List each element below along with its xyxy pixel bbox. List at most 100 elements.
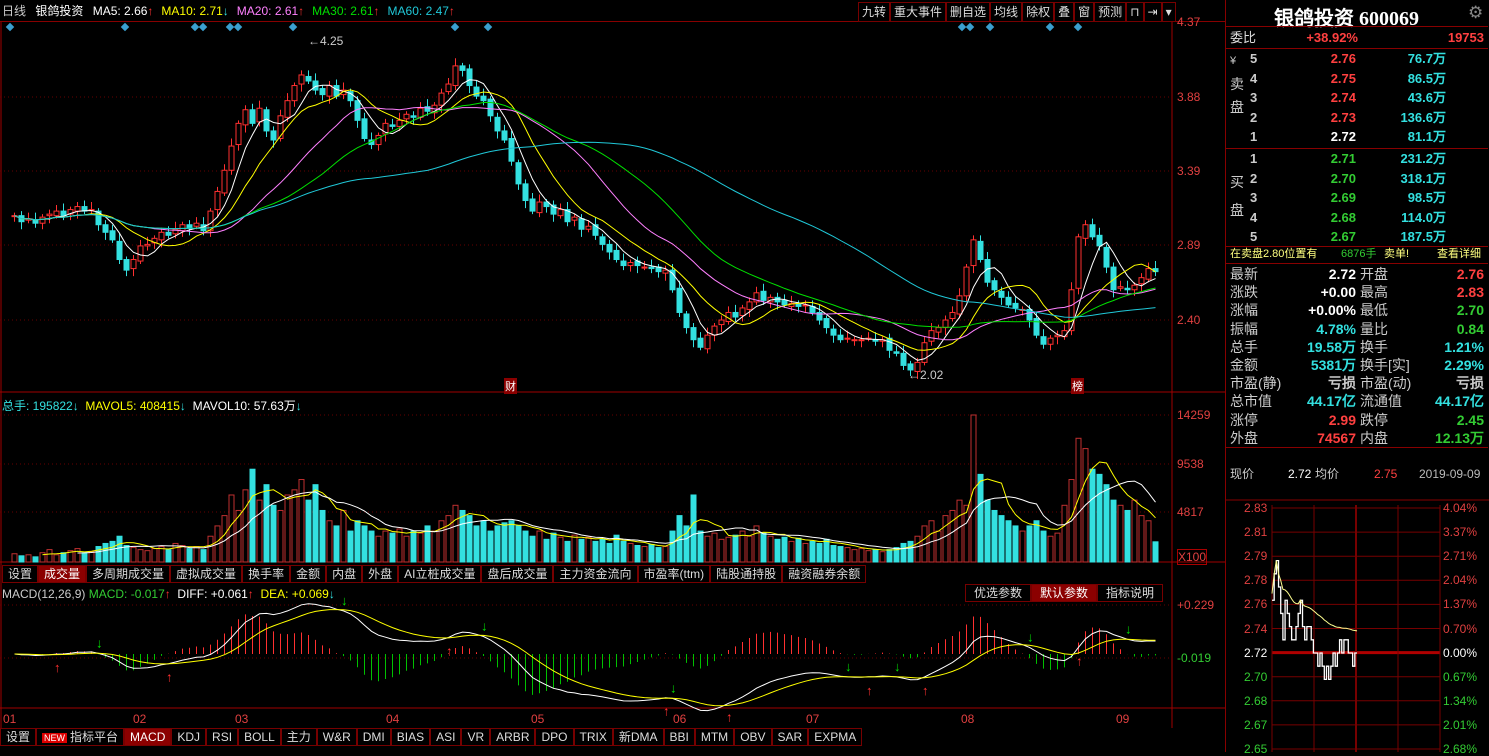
- price: 2.70: [1330, 170, 1356, 186]
- buy-row-5[interactable]: 5 2.67 187.5万: [1226, 227, 1488, 247]
- avg-price: 2.75: [1374, 467, 1398, 481]
- event-diamond-icon: [985, 22, 995, 32]
- volume-tab-12[interactable]: 陆股通持股: [710, 565, 783, 583]
- indicator-tab-7[interactable]: W&R: [316, 728, 357, 746]
- view-details-link[interactable]: 查看详细: [1437, 246, 1481, 262]
- volume-tab-1[interactable]: 成交量: [38, 565, 87, 583]
- volume-tab-7[interactable]: 外盘: [362, 565, 399, 583]
- candle-down: [459, 65, 466, 71]
- indicator-tab-15[interactable]: 新DMA: [612, 728, 664, 746]
- volume-tab-9[interactable]: 盘后成交量: [481, 565, 554, 583]
- sell-row-4[interactable]: 4 2.75 86.5万: [1226, 69, 1488, 89]
- volume-tab-10[interactable]: 主力资金流向: [553, 565, 638, 583]
- notice-text: 在卖盘2.80位置有: [1230, 248, 1318, 260]
- indicator-tab-5[interactable]: BOLL: [238, 728, 281, 746]
- indicator-tab-16[interactable]: BBI: [663, 728, 695, 746]
- stat-label: 外盘: [1230, 429, 1258, 446]
- volume-bar: [326, 520, 333, 563]
- volume-tab-8[interactable]: AI立桩成交量: [398, 565, 482, 583]
- volume-tab-13[interactable]: 融资融券余额: [782, 565, 867, 583]
- indicator-tab-10[interactable]: ASI: [430, 728, 462, 746]
- month-label: 09: [1116, 712, 1130, 726]
- volume-bar: [130, 547, 137, 563]
- indicator-tab-4[interactable]: RSI: [206, 728, 239, 746]
- indicator-tab-11[interactable]: VR: [461, 728, 491, 746]
- stat-label: 最新: [1230, 266, 1258, 282]
- macd-button-1[interactable]: 默认参数: [1031, 584, 1098, 602]
- indicator-tab-14[interactable]: TRIX: [573, 728, 613, 746]
- stat-value: 44.17亿: [1306, 393, 1356, 410]
- volume-bar: [382, 530, 389, 563]
- indicator-tab-1[interactable]: NEW 指标平台: [36, 728, 125, 746]
- indicator-tab-13[interactable]: DPO: [535, 728, 574, 746]
- macd-button-0[interactable]: 优选参数: [965, 584, 1032, 602]
- volume-bar: [746, 535, 753, 563]
- sell-row-1[interactable]: 1 2.72 81.1万: [1226, 127, 1488, 147]
- indicator-tab-20[interactable]: EXPMA: [808, 728, 863, 746]
- sell-row-2[interactable]: 2 2.73 136.6万: [1226, 108, 1488, 128]
- indicator-tab-9[interactable]: BIAS: [390, 728, 431, 746]
- indicator-tab-label: W&R: [322, 730, 351, 744]
- volume-bar: [298, 479, 305, 563]
- indicator-tab-18[interactable]: OBV: [734, 728, 772, 746]
- macd-button-2[interactable]: 指标说明: [1097, 584, 1164, 602]
- sell-row-5[interactable]: 5 2.76 76.7万: [1226, 49, 1488, 69]
- indicator-tab-19[interactable]: SAR: [771, 728, 809, 746]
- volume-bar: [88, 551, 95, 563]
- indicator-tab-label: RSI: [212, 730, 233, 744]
- candle-down: [186, 224, 193, 229]
- candle-down: [676, 287, 683, 313]
- gear-icon[interactable]: ⚙: [1468, 3, 1483, 23]
- buy-row-1[interactable]: 1 2.71 231.2万: [1226, 149, 1488, 169]
- indicator-tab-3[interactable]: KDJ: [171, 728, 207, 746]
- candle-down: [165, 231, 172, 236]
- buy-row-4[interactable]: 4 2.68 114.0万: [1226, 208, 1488, 228]
- diff-value: DIFF: +0.061: [177, 587, 248, 601]
- volume-bar: [788, 540, 795, 563]
- indicator-tab-0[interactable]: 设置: [0, 728, 37, 746]
- volume-tab-6[interactable]: 内盘: [326, 565, 363, 583]
- volume-tab-5[interactable]: 金额: [290, 565, 327, 583]
- volume-bar: [515, 525, 522, 563]
- indicator-tab-2[interactable]: MACD: [124, 728, 172, 746]
- volume-bar: [795, 537, 802, 563]
- volume-tab-3[interactable]: 虚拟成交量: [170, 565, 243, 583]
- indicator-tab-8[interactable]: DMI: [356, 728, 391, 746]
- volume-tab-0[interactable]: 设置: [2, 565, 39, 583]
- kline-chart[interactable]: ↑↓↑↓↑↓↑↓↑↓↑↓↑↓↑↓: [0, 0, 1225, 752]
- candle-up: [711, 325, 718, 336]
- volume-header: 总手: 195822↓ MAVOL5: 408415↓ MAVOL10: 57.…: [2, 397, 302, 414]
- indicator-tab-6[interactable]: 主力: [280, 728, 317, 746]
- buy-row-2[interactable]: 2 2.70 318.1万: [1226, 169, 1488, 189]
- indicator-tab-label: BIAS: [396, 730, 425, 744]
- volume-bar: [697, 530, 704, 563]
- indicator-tab-label: ASI: [436, 730, 456, 744]
- stat-value: 亏损: [1328, 375, 1356, 392]
- event-diamond-icon: [233, 22, 243, 32]
- candle-down: [389, 124, 396, 127]
- indicator-tab-12[interactable]: ARBR: [490, 728, 536, 746]
- volume-bar: [417, 532, 424, 563]
- volume-bar: [585, 536, 592, 563]
- indicator-tab-label: DPO: [541, 730, 568, 744]
- buy-row-3[interactable]: 3 2.69 98.5万: [1226, 188, 1488, 208]
- sell-row-3[interactable]: 3 2.74 43.6万: [1226, 88, 1488, 108]
- volume-bar: [74, 548, 81, 563]
- ranking-marker[interactable]: 榜: [1071, 378, 1084, 394]
- indicator-tab-17[interactable]: MTM: [694, 728, 735, 746]
- candle-up: [1131, 284, 1138, 291]
- volume-bar: [179, 545, 186, 563]
- stat-value: 74567: [1317, 429, 1356, 446]
- candle-down: [1124, 287, 1131, 291]
- stat-label: 涨跌: [1230, 284, 1258, 301]
- volume-tab-11[interactable]: 市盈率(ttm): [637, 565, 711, 583]
- intraday-pct-label: 1.37%: [1443, 597, 1478, 612]
- candle-down: [32, 219, 39, 224]
- candle-up: [298, 74, 305, 85]
- volume-tab-2[interactable]: 多周期成交量: [86, 565, 171, 583]
- price: 2.75: [1330, 70, 1356, 86]
- volume-tab-4[interactable]: 换手率: [242, 565, 291, 583]
- finance-marker[interactable]: 财: [504, 378, 517, 394]
- stat-label: 总市值: [1230, 393, 1272, 410]
- volume-bar: [494, 525, 501, 563]
